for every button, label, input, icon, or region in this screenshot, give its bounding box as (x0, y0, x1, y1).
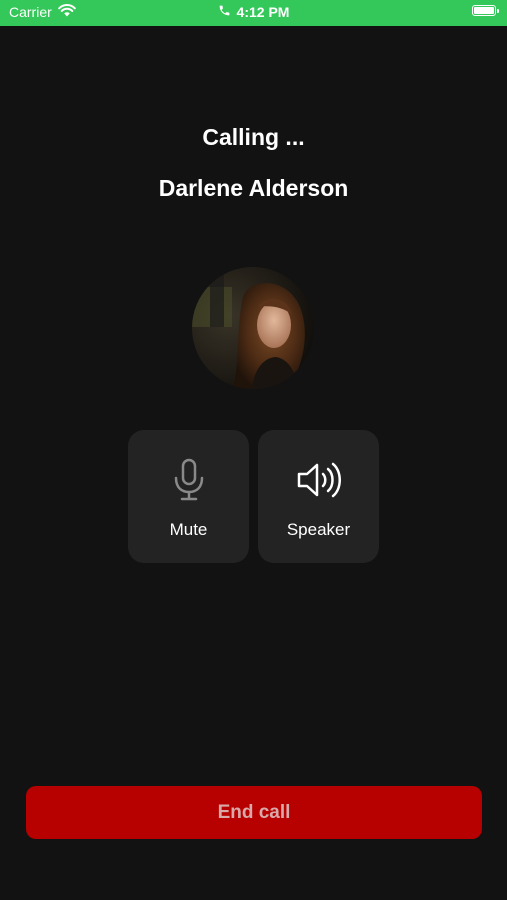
speaker-button[interactable]: Speaker (258, 430, 379, 563)
battery-icon (472, 5, 499, 16)
contact-avatar (192, 267, 314, 389)
mute-button[interactable]: Mute (128, 430, 249, 563)
battery-fill (474, 7, 494, 14)
status-bar: Carrier 4:12 PM (0, 0, 507, 26)
call-screen: Carrier 4:12 PM Calling ... Darlene Alde… (0, 0, 507, 900)
speaker-icon (258, 458, 379, 502)
mute-label: Mute (169, 520, 208, 539)
microphone-icon (128, 458, 249, 502)
contact-name: Darlene Alderson (158, 175, 349, 201)
call-status: Calling ... (202, 124, 305, 150)
end-call-button[interactable]: End call (26, 786, 482, 839)
end-call-label: End call (217, 801, 291, 823)
status-center: 4:12 PM (0, 4, 507, 20)
speaker-label: Speaker (286, 520, 351, 539)
clock-time: 4:12 PM (236, 4, 290, 20)
status-right (472, 5, 499, 16)
avatar-photo (192, 267, 314, 389)
call-controls: Mute Speaker (128, 430, 379, 563)
phone-icon (218, 4, 231, 20)
